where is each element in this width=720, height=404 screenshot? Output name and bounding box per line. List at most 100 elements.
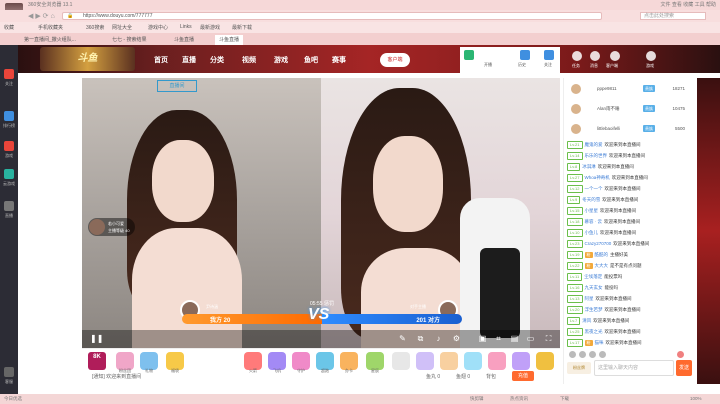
gamepad-icon[interactable]	[4, 141, 14, 151]
record-icon[interactable]: ▣	[478, 334, 487, 343]
browser-tab-active[interactable]: 斗鱼直播	[215, 35, 244, 45]
chat-username[interactable]: 冬天的雪	[582, 197, 600, 202]
nav-item[interactable]: 游戏	[274, 55, 288, 65]
settings-icon[interactable]	[677, 351, 684, 358]
nav-item[interactable]: 视频	[242, 55, 256, 65]
browser-tab[interactable]: 七七 - 搜索结果	[108, 35, 150, 45]
url-field[interactable]: 🔒 https://www.douyu.com/777777	[62, 12, 602, 20]
rank-row[interactable]: Alan雨不睡 贵族 10475	[567, 104, 691, 116]
emoji-icon[interactable]	[569, 351, 576, 358]
chat-message[interactable]: Lv.7 清风 欢迎来到本直播间	[567, 316, 693, 326]
chat-message[interactable]: Lv.13 阿星 欢迎来到本直播间	[567, 294, 693, 304]
gift-item[interactable]	[536, 352, 554, 370]
rank-icon[interactable]	[4, 111, 14, 121]
rank-chip[interactable]: 8K	[88, 352, 106, 370]
bookmark-item[interactable]: 收藏	[4, 24, 14, 31]
gift-item[interactable]	[416, 352, 434, 370]
chat-message[interactable]: Lv.27 Whoa神奇机 欢迎来到本直播间	[567, 173, 693, 183]
follow-icon[interactable]	[544, 50, 554, 60]
bookmark-item[interactable]: 360搜索	[86, 24, 104, 31]
recharge-button[interactable]: 充值	[512, 371, 534, 381]
chat-username[interactable]: 清风	[582, 318, 591, 323]
live-icon[interactable]	[4, 201, 14, 211]
chat-username[interactable]: 魔鬼的爱	[585, 142, 603, 147]
chat-username[interactable]: 一个一个	[585, 186, 603, 191]
chat-username[interactable]: 猫咪	[595, 340, 604, 345]
nav-item[interactable]: 分类	[210, 55, 224, 65]
settings-icon[interactable]: ⚙	[452, 334, 461, 343]
client-icon[interactable]	[610, 51, 620, 61]
chat-username[interactable]: 大大大	[595, 263, 609, 268]
volume-icon[interactable]: ♪	[434, 334, 443, 343]
fans-badge-button[interactable]: 粉丝牌	[567, 362, 591, 374]
chat-message[interactable]: Lv.11 尘埃落定 能投票吗	[567, 272, 693, 282]
chat-message[interactable]: Lv.12 一个一个 欢迎来到本直播间	[567, 184, 693, 194]
bookmark-item[interactable]: 网址大全	[112, 24, 132, 31]
chat-message[interactable]: Lv.23 Crazy270700 欢迎来到本直播间	[567, 239, 693, 249]
cloud-game-icon[interactable]	[4, 169, 14, 179]
widescreen-icon[interactable]: ▭	[526, 334, 535, 343]
gift-item[interactable]	[440, 352, 458, 370]
header-action-label[interactable]: 开播	[484, 62, 492, 68]
anchor-tag[interactable]: 若小可爱 主播等级 40	[88, 218, 135, 236]
rank-row[interactable]: littlebaoifelli 贵族 5500	[567, 124, 691, 136]
gift-item[interactable]	[392, 352, 410, 370]
bookmark-item[interactable]: 最新游戏	[200, 24, 220, 31]
nav-buttons[interactable]: ◀ ▶ ⟳ ⌂	[28, 12, 55, 20]
chat-username[interactable]: 乐乐的世界	[585, 153, 608, 158]
bookmark-item[interactable]: 手机收藏夹	[38, 24, 63, 31]
status-item[interactable]: 热点资讯	[510, 396, 528, 402]
chat-message[interactable]: Lv.15 小星星 欢迎来到本直播间	[567, 206, 693, 216]
image-icon[interactable]	[579, 351, 586, 358]
backpack-link[interactable]: 背包	[486, 373, 496, 380]
status-left[interactable]: 今日优选	[4, 396, 22, 402]
bookmark-item[interactable]: 游戏中心	[148, 24, 168, 31]
status-item[interactable]: 快剪辑	[470, 396, 484, 402]
pip-icon[interactable]: ▤	[510, 334, 519, 343]
side-ad-banner[interactable]	[697, 78, 720, 384]
zoom-level[interactable]: 100%	[690, 396, 702, 401]
nav-item[interactable]: 鱼吧	[304, 55, 318, 65]
broadcast-icon[interactable]	[464, 50, 474, 60]
notice-text[interactable]: [通知] 欢迎来到直播间	[92, 373, 141, 380]
chat-username[interactable]: 阿星	[585, 296, 594, 301]
chat-message[interactable]: Lv.14 乐乐的世界 欢迎来到本直播间	[567, 151, 693, 161]
status-item[interactable]: 下载	[560, 396, 569, 402]
service-icon[interactable]	[4, 367, 14, 377]
bookmark-item[interactable]: Links	[180, 24, 192, 30]
chat-username[interactable]: 黑夜之光	[585, 329, 603, 334]
pause-icon[interactable]: ❚❚	[90, 334, 103, 343]
chat-message[interactable]: Lv.10 小鱼儿 欢迎来到本直播间	[567, 228, 693, 238]
chat-username[interactable]: 九天玄女	[585, 285, 603, 290]
chat-message[interactable]: Lv.18 慕容 · 云欢迎来到本直播间	[567, 217, 693, 227]
chat-message[interactable]: Lv.17 粉猫咪 欢迎来到本直播间	[567, 338, 693, 348]
nav-item[interactable]: 首页	[154, 55, 168, 65]
chat-username[interactable]: 冰淇淋	[582, 164, 596, 169]
chat-message[interactable]: Lv.22 粉大大大 是不是有点问题	[567, 261, 693, 271]
chat-username[interactable]: Crazy270700	[585, 241, 612, 246]
send-button[interactable]: 发送	[676, 360, 692, 376]
chat-message[interactable]: Lv.20 浮生若梦 欢迎来到本直播间	[567, 305, 693, 315]
lock-screen-icon[interactable]: ⧉	[416, 334, 425, 343]
danmaku-icon[interactable]: ✎	[398, 334, 407, 343]
history-icon[interactable]	[520, 50, 530, 60]
browser-tab[interactable]: 第一直播间_撒火组队...	[20, 35, 80, 45]
gift-item[interactable]	[464, 352, 482, 370]
chat-message[interactable]: Lv.8 冰淇淋 欢迎来到本直播间	[567, 162, 693, 172]
chat-username[interactable]: 酷酷的	[595, 252, 609, 257]
task-icon[interactable]	[572, 51, 582, 61]
browser-tab[interactable]: 斗鱼直播	[170, 35, 198, 45]
chat-message[interactable]: Lv.19 粉酷酷的 主播好美	[567, 250, 693, 260]
chat-username[interactable]: Whoa神奇机	[585, 175, 610, 180]
nav-item[interactable]: 赛事	[332, 55, 346, 65]
chat-username[interactable]: 浮生若梦	[585, 307, 603, 312]
screenshot-icon[interactable]: ⌗	[494, 334, 503, 343]
chat-username[interactable]: 慕容 · 云	[585, 219, 603, 224]
chat-message[interactable]: Lv.21 魔鬼的爱 欢迎来到本直播间	[567, 140, 693, 150]
gift-item[interactable]	[488, 352, 506, 370]
client-download-button[interactable]: 客户端	[380, 53, 410, 67]
chat-username[interactable]: 小星星	[585, 208, 599, 213]
chat-input[interactable]: 这里输入聊天内容	[594, 360, 674, 376]
rank-row[interactable]: pppe9811 贵族 18271	[567, 84, 691, 96]
chat-message[interactable]: Lv.16 九天玄女 能投吗	[567, 283, 693, 293]
